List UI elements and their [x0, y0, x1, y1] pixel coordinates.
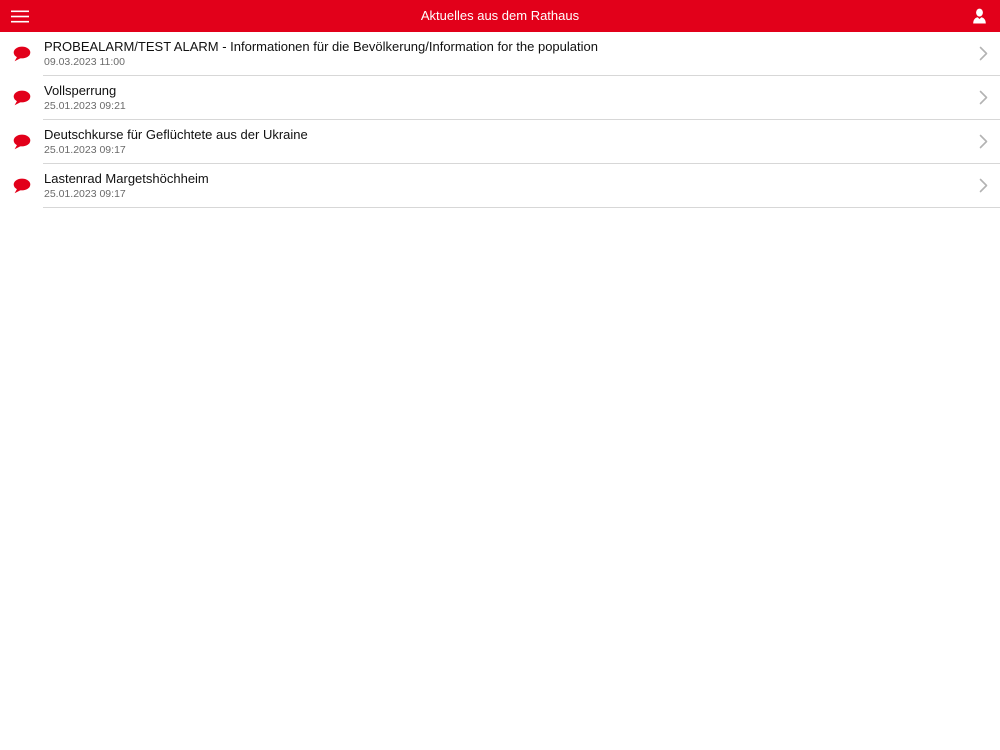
news-date: 25.01.2023 09:17 [44, 188, 126, 200]
user-icon [972, 8, 987, 24]
news-date: 25.01.2023 09:17 [44, 144, 126, 156]
app-screen: Aktuelles aus dem Rathaus PROBEALARM/TES… [0, 0, 1000, 750]
menu-button[interactable] [10, 9, 30, 24]
news-list: PROBEALARM/TEST ALARM - Informationen fü… [0, 32, 1000, 208]
news-title: Vollsperrung [44, 83, 117, 98]
news-date: 09.03.2023 11:00 [44, 56, 125, 68]
user-profile-button[interactable] [972, 8, 987, 24]
news-title: Lastenrad Margetshöchheim [44, 171, 209, 186]
chevron-right-icon [979, 90, 988, 105]
hamburger-menu-icon [10, 9, 30, 24]
speech-bubble-icon [13, 178, 31, 194]
news-list-item[interactable]: Deutschkurse für Geflüchtete aus der Ukr… [0, 120, 1000, 164]
news-date: 25.01.2023 09:21 [44, 100, 126, 112]
chevron-right-icon [979, 134, 988, 149]
news-list-item[interactable]: PROBEALARM/TEST ALARM - Informationen fü… [0, 32, 1000, 76]
chevron-right-icon [979, 46, 988, 61]
top-bar: Aktuelles aus dem Rathaus [0, 0, 1000, 32]
speech-bubble-icon [13, 90, 31, 106]
page-title: Aktuelles aus dem Rathaus [420, 8, 580, 23]
speech-bubble-icon [13, 134, 31, 150]
speech-bubble-icon [13, 46, 31, 62]
chevron-right-icon [979, 178, 988, 193]
news-list-item[interactable]: Vollsperrung 25.01.2023 09:21 [0, 76, 1000, 120]
news-title: Deutschkurse für Geflüchtete aus der Ukr… [44, 127, 308, 142]
news-title: PROBEALARM/TEST ALARM - Informationen fü… [44, 39, 598, 54]
news-list-item[interactable]: Lastenrad Margetshöchheim 25.01.2023 09:… [0, 164, 1000, 208]
